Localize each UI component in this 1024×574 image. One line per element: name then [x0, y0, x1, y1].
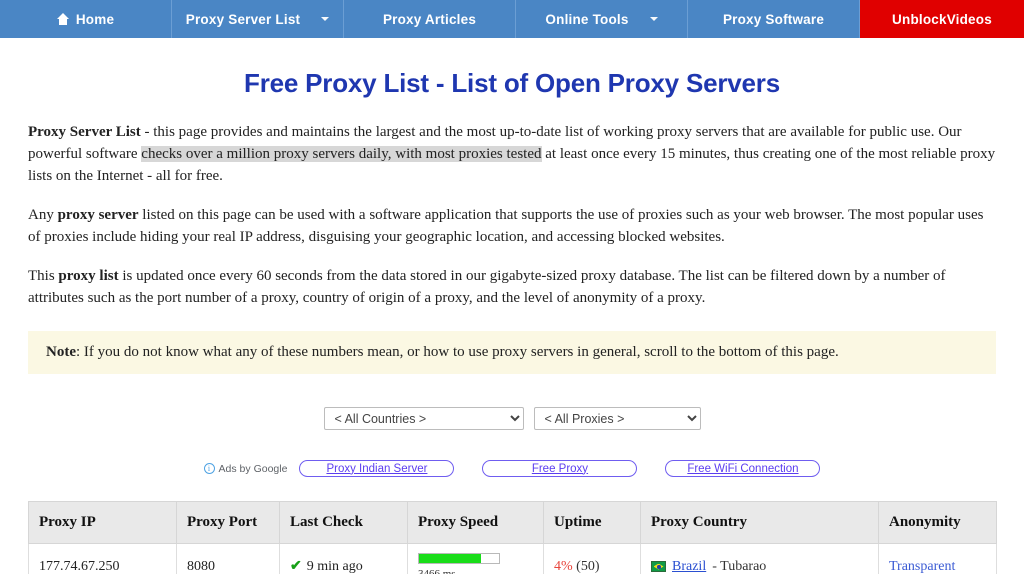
uptime-count: (50)	[576, 558, 600, 574]
proxy-type-filter-select[interactable]: < All Proxies >	[533, 407, 701, 430]
home-icon	[56, 13, 69, 25]
cell-last-check: ✔ 9 min ago	[279, 543, 408, 574]
table-row: 177.74.67.250 8080 ✔ 9 min ago 3466 ms 4%…	[28, 543, 997, 574]
nav-label-unblock-videos: UnblockVideos	[892, 11, 992, 27]
ad-link-free-wifi-connection[interactable]: Free WiFi Connection	[665, 460, 821, 477]
filter-controls: < All Countries > < All Proxies >	[28, 407, 996, 430]
intro-paragraph-2: Any proxy server listed on this page can…	[28, 204, 996, 248]
ad-link-proxy-indian-server[interactable]: Proxy Indian Server	[299, 460, 455, 477]
cell-proxy-port: 8080	[176, 543, 280, 574]
nav-label-home: Home	[75, 11, 115, 27]
intro-lead-label: Proxy Server List	[28, 124, 141, 140]
cell-proxy-country: Brazil - Tubarao	[640, 543, 879, 574]
column-header-anonymity[interactable]: Anonymity	[878, 501, 997, 544]
nav-label-proxy-software: Proxy Software	[722, 11, 825, 27]
intro-p2-part-b: listed on this page can be used with a s…	[28, 207, 984, 245]
nav-label-proxy-articles: Proxy Articles	[382, 11, 477, 27]
ads-by-google-text: Ads by Google	[218, 462, 288, 475]
intro-p3-part-a: This	[28, 268, 59, 284]
page-title: Free Proxy List - List of Open Proxy Ser…	[244, 68, 780, 98]
country-link[interactable]: Brazil	[672, 559, 706, 574]
column-header-last-check[interactable]: Last Check	[279, 501, 408, 544]
note-text: : If you do not know what any of these n…	[76, 344, 839, 360]
proxy-ip-value[interactable]: 177.74.67.250	[39, 558, 120, 574]
page-content: Free Proxy List - List of Open Proxy Ser…	[0, 68, 1024, 574]
column-header-proxy-ip[interactable]: Proxy IP	[28, 501, 177, 544]
brazil-flag-icon	[651, 561, 666, 572]
cell-proxy-ip: 177.74.67.250	[28, 543, 177, 574]
info-icon[interactable]: i	[203, 463, 215, 474]
note-box: Note: If you do not know what any of the…	[28, 331, 996, 374]
column-header-proxy-speed[interactable]: Proxy Speed	[407, 501, 544, 544]
nav-item-proxy-articles[interactable]: Proxy Articles	[344, 0, 516, 38]
last-check-value: 9 min ago	[306, 559, 363, 574]
speed-ms-value: 3466 ms	[418, 568, 456, 574]
intro-p2-part-a: Any	[28, 207, 58, 223]
intro-paragraph-3: This proxy list is updated once every 60…	[28, 265, 996, 309]
ad-link-free-proxy[interactable]: Free Proxy	[482, 460, 638, 477]
intro-p2-bold: proxy server	[57, 207, 139, 223]
column-header-proxy-port[interactable]: Proxy Port	[176, 501, 280, 544]
nav-item-home[interactable]: Home	[0, 0, 172, 38]
check-mark-icon: ✔	[290, 559, 302, 574]
main-navigation: Home Proxy Server List Proxy Articles On…	[0, 0, 1024, 38]
nav-label-proxy-server-list: Proxy Server List	[185, 11, 301, 27]
note-label: Note	[46, 344, 76, 360]
nav-item-unblock-videos[interactable]: UnblockVideos	[860, 0, 1024, 38]
nav-label-online-tools: Online Tools	[545, 11, 629, 27]
proxy-list-table: Proxy IP Proxy Port Last Check Proxy Spe…	[28, 501, 997, 574]
column-header-uptime[interactable]: Uptime	[543, 501, 641, 544]
ads-by-google-label: i Ads by Google	[203, 462, 288, 475]
table-header-row: Proxy IP Proxy Port Last Check Proxy Spe…	[28, 501, 997, 544]
cell-proxy-speed: 3466 ms	[407, 543, 544, 574]
uptime-percent: 4%	[554, 558, 573, 574]
anonymity-value[interactable]: Transparent	[889, 559, 955, 574]
speed-bar-fill	[419, 554, 482, 563]
cell-uptime: 4% (50)	[543, 543, 641, 574]
chevron-down-icon	[649, 17, 658, 21]
google-ads-row: i Ads by Google Proxy Indian Server Free…	[28, 460, 996, 477]
country-city: - Tubarao	[712, 558, 767, 574]
intro-p1-selected-text: checks over a million proxy servers dail…	[141, 146, 542, 162]
speed-bar-track	[418, 553, 500, 564]
intro-p3-bold: proxy list	[58, 268, 119, 284]
intro-paragraph-1: Proxy Server List - this page provides a…	[28, 121, 996, 187]
nav-item-proxy-software[interactable]: Proxy Software	[688, 0, 860, 38]
chevron-down-icon	[321, 17, 330, 21]
country-filter-select[interactable]: < All Countries >	[323, 407, 524, 430]
intro-p3-part-b: is updated once every 60 seconds from th…	[28, 268, 946, 306]
cell-anonymity: Transparent	[878, 543, 997, 574]
nav-item-proxy-server-list[interactable]: Proxy Server List	[172, 0, 344, 38]
column-header-proxy-country[interactable]: Proxy Country	[640, 501, 879, 544]
nav-item-online-tools[interactable]: Online Tools	[516, 0, 688, 38]
